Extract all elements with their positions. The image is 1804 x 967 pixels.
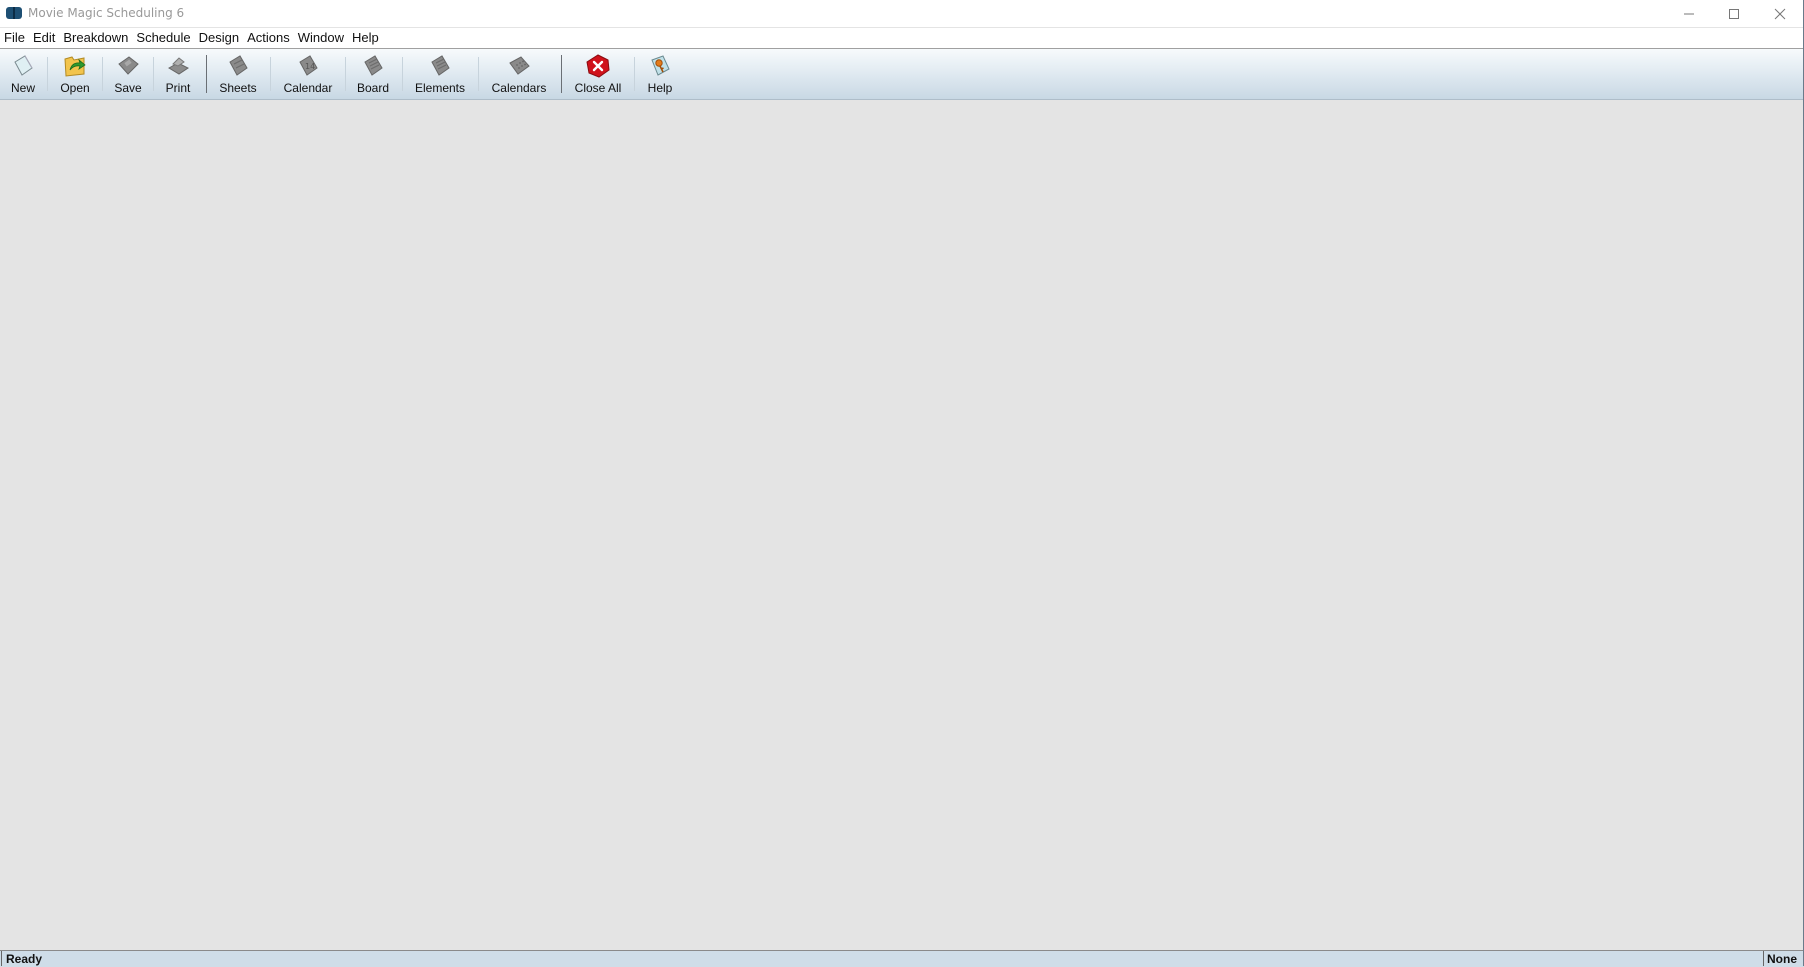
sheets-icon <box>229 55 248 76</box>
save-disk-icon <box>118 56 139 75</box>
toolbar-separator <box>478 57 479 91</box>
toolbar-separator <box>270 57 271 91</box>
board-button[interactable]: Board <box>353 49 393 99</box>
toolbar-separator <box>402 57 403 91</box>
menu-window[interactable]: Window <box>294 28 348 48</box>
menu-breakdown[interactable]: Breakdown <box>59 28 132 48</box>
menu-file[interactable]: File <box>0 28 29 48</box>
status-mode: None <box>1763 951 1804 966</box>
workspace-area <box>0 100 1804 950</box>
toolbar: New Open Save Print Sheets 14 Calendar B… <box>0 49 1804 100</box>
toolbar-separator <box>47 57 48 91</box>
minimize-button[interactable] <box>1666 0 1712 27</box>
save-button[interactable]: Save <box>110 49 146 99</box>
status-bar: Ready None <box>0 950 1804 967</box>
board-icon <box>364 55 383 76</box>
close-all-icon <box>586 54 610 78</box>
toolbar-separator <box>561 55 562 93</box>
menu-edit[interactable]: Edit <box>29 28 59 48</box>
sheets-button[interactable]: Sheets <box>215 49 261 99</box>
toolbar-separator <box>102 57 103 91</box>
minimize-icon <box>1684 13 1694 14</box>
calendars-button[interactable]: Calendars <box>487 49 551 99</box>
window-title: Movie Magic Scheduling 6 <box>28 6 185 20</box>
elements-button[interactable]: Elements <box>410 49 470 99</box>
maximize-button[interactable] <box>1711 0 1757 27</box>
app-logo-icon <box>6 7 22 19</box>
open-button[interactable]: Open <box>55 49 95 99</box>
calendars-icon <box>509 56 530 75</box>
title-bar: Movie Magic Scheduling 6 <box>0 0 1804 27</box>
menu-actions[interactable]: Actions <box>243 28 294 48</box>
menu-design[interactable]: Design <box>195 28 243 48</box>
toolbar-separator <box>153 57 154 91</box>
menu-bar: File Edit Breakdown Schedule Design Acti… <box>0 28 1804 49</box>
elements-icon <box>431 55 450 76</box>
help-button[interactable]: Help <box>643 49 677 99</box>
print-button[interactable]: Print <box>160 49 196 99</box>
close-button[interactable] <box>1757 0 1803 27</box>
help-icon <box>651 55 670 76</box>
toolbar-separator <box>634 57 635 91</box>
toolbar-separator <box>206 55 207 93</box>
calendar-icon: 14 <box>299 55 318 76</box>
toolbar-separator <box>345 57 346 91</box>
printer-icon <box>168 57 189 75</box>
menu-schedule[interactable]: Schedule <box>132 28 194 48</box>
new-document-icon <box>14 55 33 76</box>
close-all-button[interactable]: Close All <box>570 49 626 99</box>
open-folder-icon <box>64 56 86 77</box>
calendar-button[interactable]: 14 Calendar <box>279 49 337 99</box>
menu-help[interactable]: Help <box>348 28 383 48</box>
status-text: Ready <box>1 951 1766 966</box>
close-icon <box>1774 8 1786 19</box>
svg-text:14: 14 <box>305 62 315 71</box>
maximize-icon <box>1729 8 1739 19</box>
new-button[interactable]: New <box>5 49 41 99</box>
